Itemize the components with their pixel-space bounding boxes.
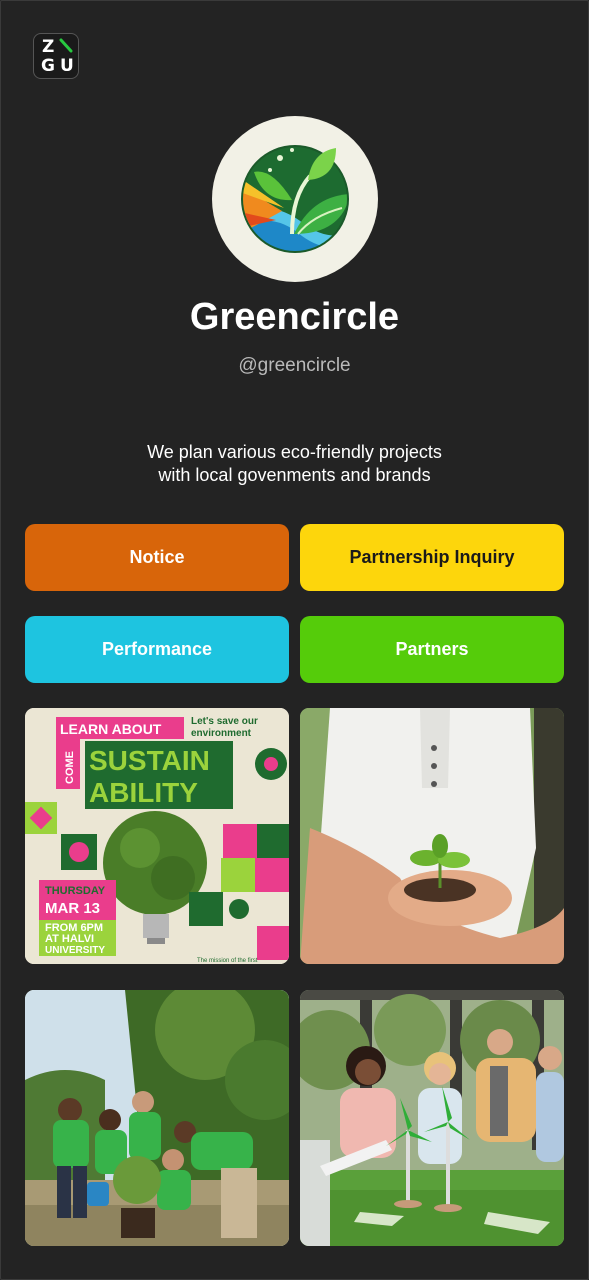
poster-sustain: SUSTAIN: [89, 745, 210, 776]
notice-button[interactable]: Notice: [25, 524, 289, 591]
logo-slash-icon: [59, 38, 73, 53]
bio-line-2: with local govenments and brands: [158, 465, 431, 485]
logo-letter-u: U: [60, 56, 74, 76]
hands-seedling-photo-tile[interactable]: [300, 708, 564, 964]
poster-footer: The mission of the first: [197, 958, 258, 964]
poster-come: COME: [64, 751, 76, 784]
poster-at: AT HALVI: [45, 933, 94, 945]
poster-univ: UNIVERSITY: [45, 945, 105, 956]
bio-line-1: We plan various eco-friendly projects: [147, 442, 442, 462]
app-logo[interactable]: Z G U: [33, 33, 79, 79]
volunteers-planting-photo: [25, 990, 289, 1246]
sustainability-poster-tile[interactable]: LEARN ABOUT COME Let's save our environm…: [25, 708, 289, 964]
poster-learn: LEARN ABOUT: [60, 721, 162, 737]
partners-button[interactable]: Partners: [300, 616, 564, 683]
logo-letter-z: Z: [42, 37, 55, 57]
wind-turbine-team-photo-tile[interactable]: [300, 990, 564, 1246]
poster-date: MAR 13: [45, 900, 100, 917]
poster-day: THURSDAY: [45, 885, 106, 897]
profile-avatar: [212, 116, 378, 282]
performance-button[interactable]: Performance: [25, 616, 289, 683]
leaf-globe-icon: [241, 145, 349, 253]
poster-save: Let's save our: [191, 716, 258, 727]
partnership-inquiry-button[interactable]: Partnership Inquiry: [300, 524, 564, 591]
profile-bio: We plan various eco-friendly projects wi…: [0, 441, 589, 487]
poster-ability: ABILITY: [89, 777, 198, 808]
profile-handle: @greencircle: [238, 355, 351, 376]
hands-seedling-photo: [300, 708, 564, 964]
poster-graphic: LEARN ABOUT COME Let's save our environm…: [25, 708, 289, 964]
poster-save-2: environment: [191, 728, 252, 739]
volunteers-planting-photo-tile[interactable]: [25, 990, 289, 1246]
logo-letter-g: G: [41, 56, 55, 76]
profile-name: Greencircle: [189, 296, 400, 338]
wind-turbine-team-photo: [300, 990, 564, 1246]
